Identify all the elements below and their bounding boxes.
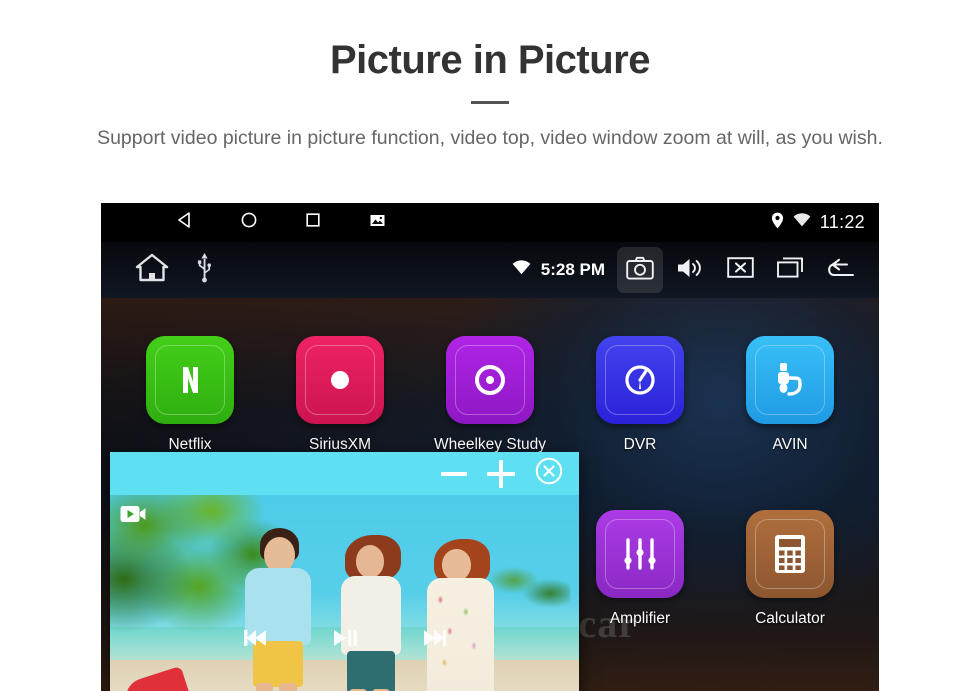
app-amplifier[interactable]: Amplifier (565, 509, 715, 684)
pip-close-button[interactable] (535, 457, 563, 490)
app-dvr[interactable]: DVR (565, 336, 715, 510)
title-divider (471, 100, 509, 104)
wheelkey-icon (446, 336, 534, 424)
pip-window[interactable]: seicar (110, 452, 579, 691)
nav-button-group (101, 203, 409, 242)
video-camera-icon (120, 503, 146, 524)
calculator-icon (746, 509, 834, 598)
nav-recents-button[interactable] (281, 203, 345, 242)
pip-title-bar[interactable] (110, 452, 579, 495)
recents-square-icon (304, 211, 322, 234)
wifi-icon (512, 260, 531, 280)
amplifier-equalizer-icon (596, 509, 684, 598)
nav-back-button[interactable] (153, 203, 217, 242)
pip-zoom-in-button[interactable] (487, 459, 515, 488)
avin-plug-icon (746, 336, 834, 424)
pip-zoom-out-button[interactable] (441, 471, 467, 476)
dvr-gauge-icon (596, 336, 684, 424)
minus-icon (441, 471, 467, 476)
app-avin[interactable]: AVIN (715, 336, 865, 510)
app-launcher-desktop: Netflix SiriusXM Wheelkey Study DVR AVIN… (101, 298, 879, 691)
video-person-3 (405, 533, 513, 691)
plus-icon (487, 459, 515, 488)
camera-button[interactable] (617, 247, 663, 293)
windows-button[interactable] (767, 247, 813, 293)
app-label: AVIN (772, 436, 808, 453)
wifi-icon (793, 213, 811, 232)
app-calculator[interactable]: Calculator (715, 509, 865, 684)
page-subtitle: Support video picture in picture functio… (97, 126, 883, 149)
close-box-icon (726, 256, 754, 284)
status-indicators: 11:22 (771, 203, 865, 242)
netflix-icon (146, 336, 234, 424)
back-arrow-icon (824, 256, 856, 285)
system-toolbar: 5:28 PM (101, 242, 879, 298)
page-title: Picture in Picture (330, 38, 650, 82)
head-unit-screen: 11:22 5:28 PM Netflix SiriusXM Wheelkey … (101, 203, 879, 691)
screenshot-icon (369, 212, 386, 234)
android-status-bar: 11:22 (101, 203, 879, 242)
video-person-1 (223, 528, 326, 691)
toolbar-left-group (101, 252, 212, 288)
close-circle-icon (535, 457, 563, 490)
app-label: DVR (623, 436, 657, 453)
app-label: Amplifier (609, 609, 671, 627)
status-clock: 11:22 (819, 212, 865, 232)
toolbar-clock: 5:28 PM (540, 260, 605, 279)
home-icon[interactable] (135, 253, 169, 288)
video-person-2 (316, 533, 419, 691)
volume-button[interactable] (667, 247, 713, 293)
toolbar-right-group: 5:28 PM (512, 242, 863, 298)
nav-screenshot-button[interactable] (345, 203, 409, 242)
close-button[interactable] (717, 247, 763, 293)
camera-icon (626, 256, 654, 285)
volume-icon (676, 256, 704, 285)
back-icon (176, 211, 194, 234)
app-label: Calculator (755, 609, 825, 627)
home-circle-icon (240, 211, 258, 234)
siriusxm-icon (296, 336, 384, 424)
page-root: Picture in Picture Support video picture… (0, 0, 980, 691)
usb-icon[interactable] (197, 252, 212, 288)
location-pin-icon (771, 212, 784, 234)
pip-video-surface[interactable]: seicar (110, 495, 579, 691)
windows-stack-icon (776, 256, 804, 284)
back-button[interactable] (817, 247, 863, 293)
nav-home-button[interactable] (217, 203, 281, 242)
